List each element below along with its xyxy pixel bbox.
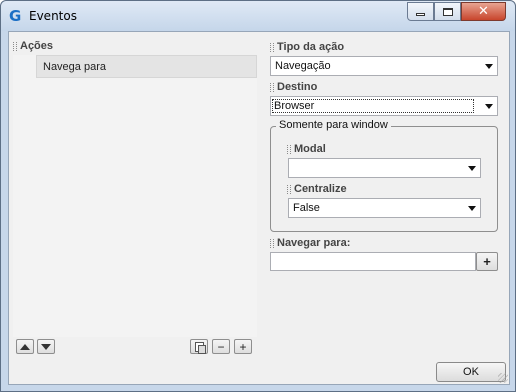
plus-icon: + [239,339,247,354]
drag-grip-icon [270,238,274,248]
actions-list[interactable]: Navega para [13,55,257,337]
list-item-label: Navega para [43,61,106,73]
tipo-acao-label: Tipo da ação [270,41,344,53]
window-title: Eventos [29,9,77,23]
centralize-value: False [293,202,320,214]
somente-window-group: Somente para window Modal Centralize Fal… [270,119,498,232]
drag-grip-icon [270,42,274,52]
group-title: Somente para window [276,119,391,131]
modal-select[interactable] [288,158,481,178]
chevron-down-icon [468,166,476,171]
drag-grip-icon [287,144,291,154]
tipo-acao-select[interactable]: Navegação [270,56,498,76]
navegar-para-input[interactable] [270,252,476,271]
copy-icon [194,341,206,354]
ok-button[interactable]: OK [436,362,506,382]
dialog-client-area: Ações Navega para − + Tipo da ação Naveg… [8,31,510,385]
centralize-select[interactable]: False [288,198,481,218]
resize-grip-icon[interactable] [498,373,508,383]
modal-label: Modal [287,143,326,155]
minimize-icon [416,13,425,16]
close-button[interactable]: ✕ [461,2,506,21]
chevron-down-icon [485,64,493,69]
minus-icon: − [217,339,225,354]
destino-label: Destino [270,81,317,93]
actions-toolbar: − + [13,339,257,357]
add-button[interactable]: + [234,339,252,354]
tipo-acao-value: Navegação [275,60,331,72]
move-up-button[interactable] [16,339,34,354]
actions-header: Ações [13,40,53,52]
move-down-button[interactable] [37,339,55,354]
ok-button-label: OK [463,366,479,378]
plus-icon: + [483,254,491,269]
copy-button[interactable] [190,339,208,354]
chevron-down-icon [485,104,493,109]
navegar-para-add-button[interactable]: + [476,252,498,271]
triangle-down-icon [41,343,51,350]
close-icon: ✕ [478,4,489,19]
properties-panel: Tipo da ação Navegação Destino Browser S… [269,32,509,362]
navegar-para-label: Navegar para: [270,237,350,249]
list-item[interactable]: Navega para [36,55,257,78]
chevron-down-icon [468,206,476,211]
eventos-window: G Eventos ✕ Ações Navega para − + Tipo d… [0,0,516,392]
maximize-button[interactable] [434,2,461,21]
title-bar[interactable]: G Eventos ✕ [1,1,515,31]
centralize-label: Centralize [287,183,347,195]
remove-button[interactable]: − [212,339,230,354]
actions-header-label: Ações [20,40,54,52]
maximize-icon [442,7,453,16]
drag-grip-icon [270,82,274,92]
destino-value: Browser [272,99,474,113]
minimize-button[interactable] [407,2,434,21]
destino-select[interactable]: Browser [270,96,498,116]
drag-grip-icon [287,184,291,194]
actions-panel: Ações Navega para − + [12,35,258,357]
drag-grip-icon [13,41,17,51]
triangle-up-icon [20,343,30,350]
g-logo-icon: G [9,7,22,25]
